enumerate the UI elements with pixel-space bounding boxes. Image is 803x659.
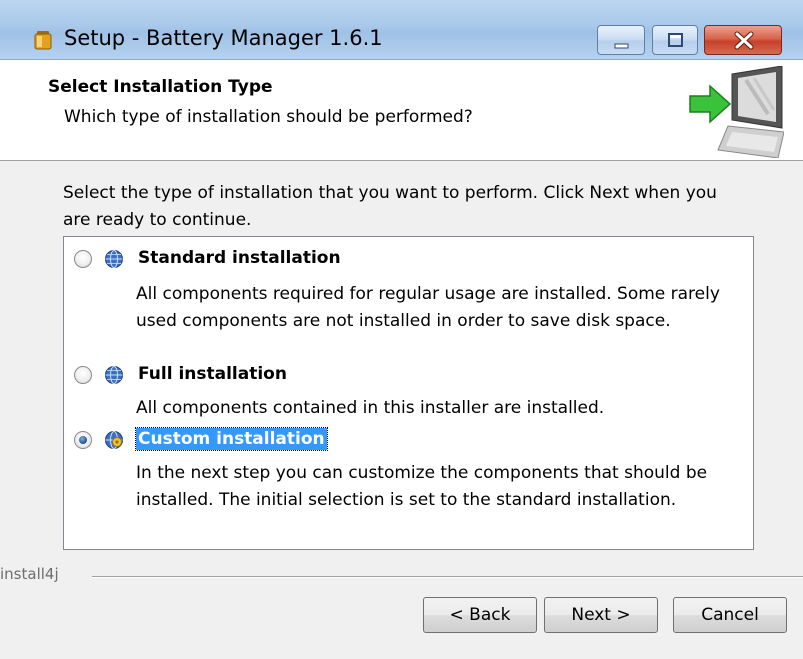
installation-type-panel: Standard installation All components req… [63, 236, 754, 550]
option-standard-label[interactable]: Standard installation [136, 247, 343, 269]
minimize-icon [614, 43, 629, 49]
radio-standard[interactable] [74, 250, 92, 268]
page-subtitle: Which type of installation should be per… [64, 107, 473, 127]
globe-icon [105, 250, 123, 268]
battery-app-icon [34, 31, 52, 50]
option-custom-label[interactable]: Custom installation [135, 427, 328, 451]
back-button[interactable]: < Back [423, 597, 537, 633]
window-title: Setup - Battery Manager 1.6.1 [64, 26, 383, 50]
page-title: Select Installation Type [48, 77, 273, 97]
globe-gear-icon [105, 431, 123, 449]
globe-icon [105, 366, 123, 384]
option-standard[interactable]: Standard installation [72, 245, 742, 273]
intro-text: Select the type of installation that you… [63, 183, 717, 230]
radio-custom[interactable] [74, 431, 92, 449]
option-full[interactable]: Full installation [72, 361, 742, 389]
cancel-button[interactable]: Cancel [673, 597, 787, 633]
maximize-button[interactable] [652, 25, 698, 55]
maximize-icon [668, 33, 683, 47]
minimize-button[interactable] [597, 25, 645, 55]
brand-label: install4j [0, 565, 59, 583]
next-button[interactable]: Next > [544, 597, 658, 633]
computer-install-icon [689, 66, 784, 158]
separator-line [92, 576, 803, 578]
option-custom[interactable]: Custom installation [72, 426, 742, 454]
close-icon [734, 31, 754, 50]
title-bar[interactable]: Setup - Battery Manager 1.6.1 [0, 0, 803, 60]
option-custom-description: In the next step you can customize the c… [136, 463, 708, 510]
wizard-header: Select Installation Type Which type of i… [0, 60, 803, 161]
close-button[interactable] [704, 25, 782, 55]
setup-window: Setup - Battery Manager 1.6.1 Select Ins… [0, 0, 803, 659]
radio-full[interactable] [74, 366, 92, 384]
option-full-description: All components contained in this install… [136, 398, 605, 418]
brand-separator: install4j [0, 565, 803, 585]
option-full-label[interactable]: Full installation [136, 363, 289, 385]
option-standard-description: All components required for regular usag… [136, 284, 720, 331]
